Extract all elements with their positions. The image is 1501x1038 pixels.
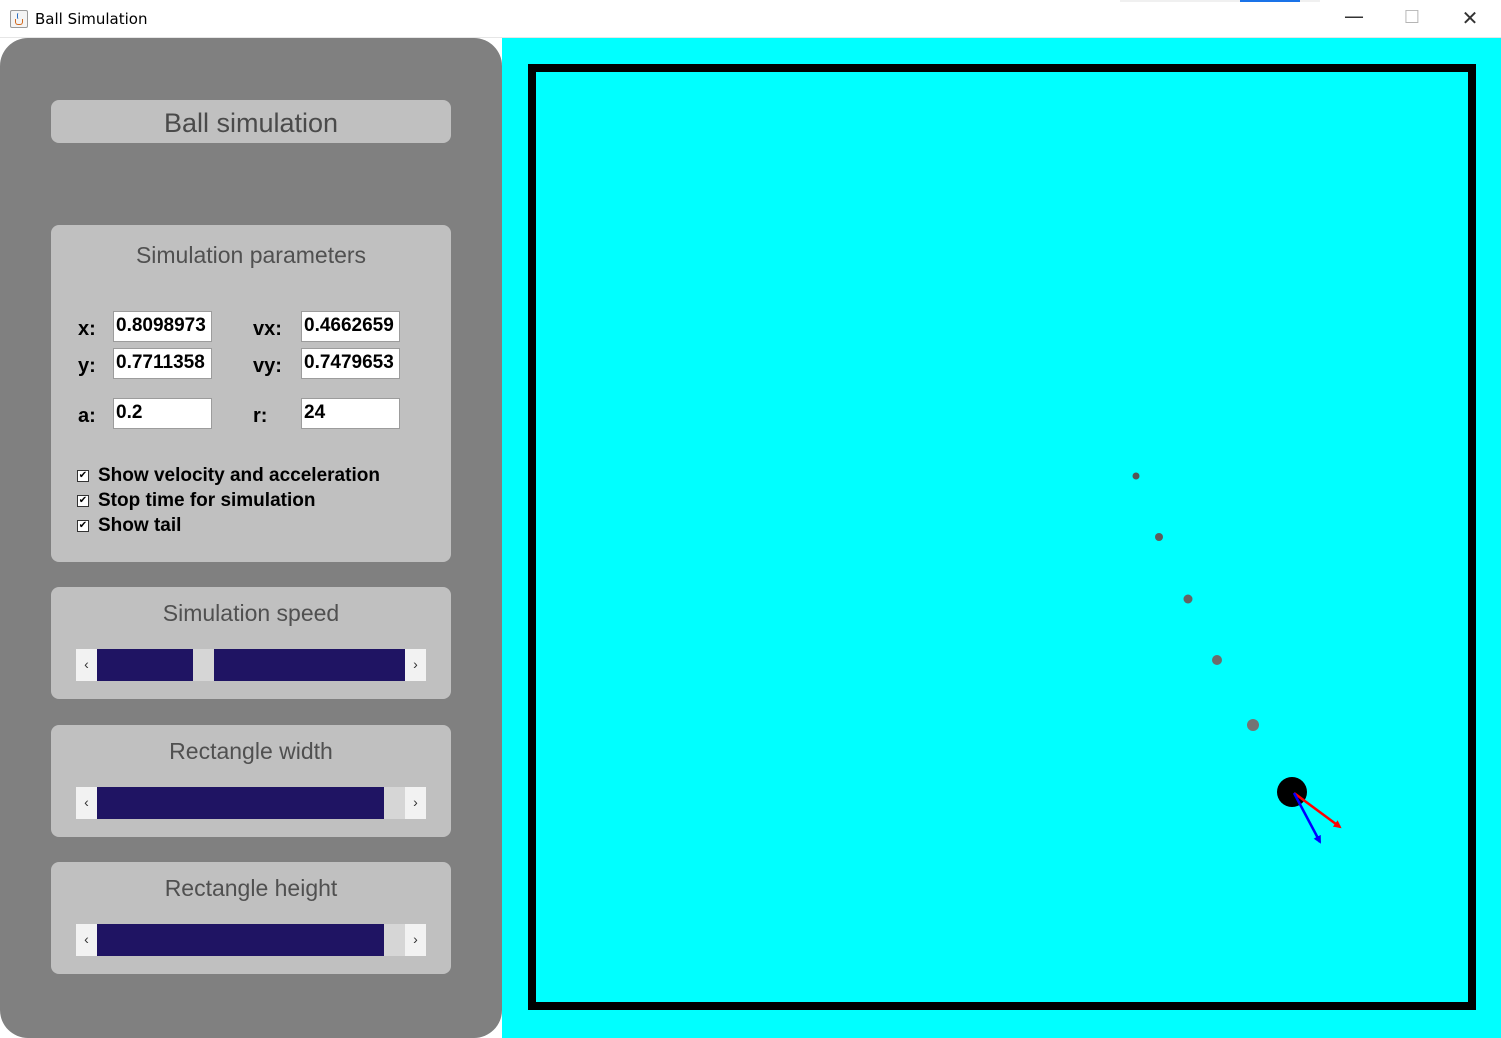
show-velocity-label: Show velocity and acceleration [98,465,380,486]
scrollbar-track[interactable] [97,787,405,819]
scroll-left-icon[interactable]: ‹ [76,787,97,819]
stop-time-checkbox[interactable]: ✔ [77,495,89,507]
scrollbar-thumb[interactable] [384,924,405,956]
x-field[interactable]: 0.8098973 [113,311,212,342]
simulation-speed-scrollbar[interactable]: ‹ › [76,649,426,681]
stop-time-label: Stop time for simulation [98,490,316,511]
tail-dot [1132,472,1140,480]
velocity-arrow [1293,791,1342,829]
rectangle-height-title: Rectangle height [164,875,338,901]
scrollbar-thumb[interactable] [384,787,405,819]
minimize-icon: — [1344,4,1364,28]
simulation-rectangle [528,64,1476,1010]
tail-dot [1155,533,1163,541]
vx-field[interactable]: 0.4662659 [301,311,400,342]
panel-heading: Ball simulation [163,108,339,138]
ball [1277,777,1307,807]
parameters-title: Simulation parameters [135,242,367,268]
scroll-right-icon[interactable]: › [405,924,426,956]
rectangle-height-scrollbar[interactable]: ‹ › [76,924,426,956]
simulation-speed-card: Simulation speed ‹ › [51,587,451,699]
scroll-right-icon[interactable]: › [405,649,426,681]
y-label: y: [78,355,96,377]
scrollbar-track[interactable] [97,924,405,956]
maximize-button[interactable]: ☐ [1383,0,1441,38]
show-tail-checkbox[interactable]: ✔ [77,520,89,532]
a-field[interactable]: 0.2 [113,398,212,429]
x-label: x: [78,318,96,340]
tail-dot [1212,655,1222,665]
title-bar: Ball Simulation — ☐ ✕ [0,0,1501,38]
show-tail-label: Show tail [98,515,182,536]
maximize-icon: ☐ [1403,7,1421,28]
r-label: r: [253,405,268,427]
close-button[interactable]: ✕ [1441,0,1499,38]
tail-dot [1247,719,1259,731]
scrollbar-thumb[interactable] [193,649,214,681]
rectangle-height-card: Rectangle height ‹ › [51,862,451,974]
vy-label: vy: [253,355,282,377]
r-field[interactable]: 24 [301,398,400,429]
header-card: Ball simulation [51,100,451,143]
window-title: Ball Simulation [35,10,148,28]
java-app-icon [10,10,28,28]
vx-label: vx: [253,318,282,340]
minimize-button[interactable]: — [1325,0,1383,38]
show-velocity-checkbox[interactable]: ✔ [77,470,89,482]
scroll-right-icon[interactable]: › [405,787,426,819]
y-field[interactable]: 0.7711358 [113,348,212,379]
scroll-left-icon[interactable]: ‹ [76,924,97,956]
rectangle-width-card: Rectangle width ‹ › [51,725,451,837]
tail-dot [1183,594,1193,604]
rectangle-width-title: Rectangle width [169,738,333,764]
scroll-left-icon[interactable]: ‹ [76,649,97,681]
simulation-speed-title: Simulation speed [162,600,340,626]
close-icon: ✕ [1461,6,1479,30]
acceleration-arrow [1292,792,1322,844]
vy-field[interactable]: 0.7479653 [301,348,400,379]
simulation-canvas [502,38,1501,1038]
simulation-parameters-card: Simulation parameters x: 0.8098973 vx: 0… [51,225,451,562]
a-label: a: [78,405,96,427]
simulation-drawing [528,64,1476,1010]
title-bar-accent [1120,0,1320,2]
control-panel: Ball simulation Simulation parameters x:… [0,38,502,1038]
scrollbar-track[interactable] [97,649,405,681]
rectangle-width-scrollbar[interactable]: ‹ › [76,787,426,819]
